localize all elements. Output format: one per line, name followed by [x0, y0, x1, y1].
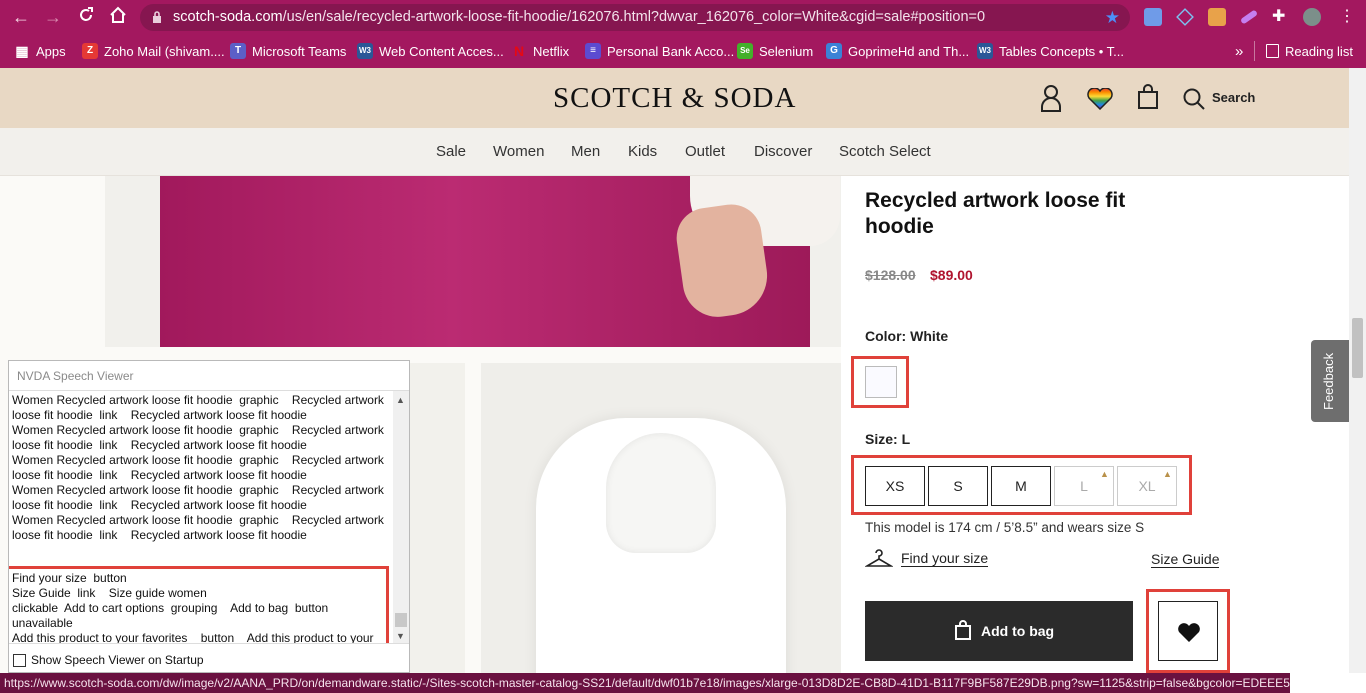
extension-icon[interactable] — [1239, 9, 1259, 25]
scroll-down-icon[interactable]: ▼ — [396, 631, 405, 641]
product-details: Recycled artwork loose fit hoodie $128.0… — [841, 176, 1349, 673]
bookmark-bank[interactable]: ≡ Personal Bank Acco... — [585, 41, 734, 61]
more-bookmarks-icon[interactable]: » — [1235, 41, 1243, 61]
forward-icon[interactable]: → — [42, 6, 64, 28]
log-scrollbar[interactable]: ▲ ▼ — [393, 391, 409, 643]
site-logo[interactable]: SCOTCH & SODA — [553, 82, 796, 115]
size-s-button[interactable]: S — [928, 466, 988, 506]
bookmark-web-content[interactable]: W3 Web Content Acces... — [357, 41, 504, 61]
home-icon[interactable] — [107, 6, 129, 28]
url-text: scotch-soda.com/us/en/sale/recycled-artw… — [173, 9, 986, 25]
model-info: This model is 174 cm / 5’8.5” and wears … — [865, 520, 1145, 535]
search-label[interactable]: Search — [1212, 90, 1255, 105]
nav-scotch-select[interactable]: Scotch Select — [839, 143, 931, 160]
size-l-button[interactable]: L ▲ — [1054, 466, 1114, 506]
profile-avatar[interactable] — [1303, 8, 1321, 26]
bookmark-zoho[interactable]: Z Zoho Mail (shivam.... — [82, 41, 225, 61]
color-label: Color: White — [865, 328, 949, 344]
bag-icon — [955, 620, 971, 640]
browser-toolbar: ← → scotch-soda.com/us/en/sale/recycled-… — [0, 0, 1366, 35]
notify-bell-icon: ▲ — [1163, 469, 1172, 479]
bookmarks-bar: ▦ Apps Z Zoho Mail (shivam.... T Microsoft … — [0, 35, 1366, 68]
address-bar[interactable]: scotch-soda.com/us/en/sale/recycled-artw… — [140, 4, 1130, 31]
add-to-bag-button[interactable]: Add to bag — [865, 601, 1133, 661]
hanger-icon — [864, 548, 894, 573]
product-image-thumb[interactable] — [405, 363, 465, 673]
bookmark-goprime[interactable]: G GoprimeHd and Th... — [826, 41, 969, 61]
product-title: Recycled artwork loose fit hoodie — [865, 189, 1126, 238]
bookmark-tables[interactable]: W3 Tables Concepts • T... — [977, 41, 1124, 61]
find-your-size-button[interactable]: Find your size — [901, 550, 989, 567]
browser-menu-icon[interactable]: ⋮ — [1338, 8, 1356, 26]
product-image-hoodie[interactable] — [481, 363, 841, 673]
nav-outlet[interactable]: Outlet — [685, 143, 725, 160]
size-guide-link[interactable]: Size Guide — [1151, 551, 1220, 568]
nav-discover[interactable]: Discover — [754, 143, 812, 160]
translate-extension-icon[interactable] — [1144, 8, 1162, 26]
nvda-speech-viewer: NVDA Speech Viewer Women Recycled artwor… — [8, 360, 410, 673]
pride-heart-icon[interactable] — [1087, 87, 1113, 115]
sale-price: $89.00 — [930, 267, 973, 283]
scroll-up-icon[interactable]: ▲ — [396, 395, 405, 405]
size-xs-button[interactable]: XS — [865, 466, 925, 506]
nav-women[interactable]: Women — [493, 143, 544, 160]
size-m-button[interactable]: M — [991, 466, 1051, 506]
product-image-main[interactable] — [105, 176, 841, 347]
reload-icon[interactable] — [75, 6, 97, 28]
account-icon[interactable] — [1040, 84, 1062, 117]
extension-icon[interactable] — [1208, 8, 1226, 26]
nav-sale[interactable]: Sale — [436, 143, 466, 160]
notify-bell-icon: ▲ — [1100, 469, 1109, 479]
bookmark-selenium[interactable]: Se Selenium — [737, 41, 813, 61]
puzzle-extensions-icon[interactable]: ✚ — [1272, 8, 1290, 26]
size-xl-button[interactable]: XL ▲ — [1117, 466, 1177, 506]
extension-icon[interactable] — [1176, 8, 1194, 26]
speech-log[interactable]: Women Recycled artwork loose fit hoodie … — [9, 390, 409, 644]
startup-checkbox[interactable]: Show Speech Viewer on Startup — [13, 653, 204, 667]
bookmark-apps[interactable]: ▦ Apps — [14, 41, 65, 61]
color-swatch-white[interactable] — [865, 366, 897, 398]
bookmark-star-icon[interactable]: ★ — [1105, 8, 1120, 28]
bookmark-teams[interactable]: T Microsoft Teams — [230, 41, 346, 61]
status-bar-url: https://www.scotch-soda.com/dw/image/v2/… — [0, 673, 1290, 693]
original-price: $128.00 — [865, 267, 916, 283]
back-icon[interactable]: ← — [10, 6, 32, 28]
heart-icon — [1178, 623, 1200, 642]
size-label: Size: L — [865, 431, 911, 447]
bookmark-netflix[interactable]: N Netflix — [511, 41, 569, 61]
nav-kids[interactable]: Kids — [628, 143, 657, 160]
feedback-tab[interactable]: Feedback — [1311, 340, 1349, 422]
nav-men[interactable]: Men — [571, 143, 600, 160]
page-scrollbar[interactable] — [1349, 68, 1366, 673]
reading-list[interactable]: Reading list — [1266, 41, 1353, 61]
search-icon[interactable] — [1183, 88, 1205, 115]
lock-icon — [153, 11, 161, 23]
divider — [1254, 41, 1255, 61]
speech-log-text: Women Recycled artwork loose fit hoodie … — [12, 393, 384, 542]
highlight-box — [9, 566, 389, 643]
shopping-bag-icon[interactable] — [1137, 84, 1159, 115]
window-title: NVDA Speech Viewer — [17, 369, 134, 383]
add-to-favorites-button[interactable] — [1158, 601, 1218, 661]
category-nav: Sale Women Men Kids Outlet Discover Scot… — [0, 128, 1349, 176]
site-header: SCOTCH & SODA Search — [0, 68, 1349, 128]
